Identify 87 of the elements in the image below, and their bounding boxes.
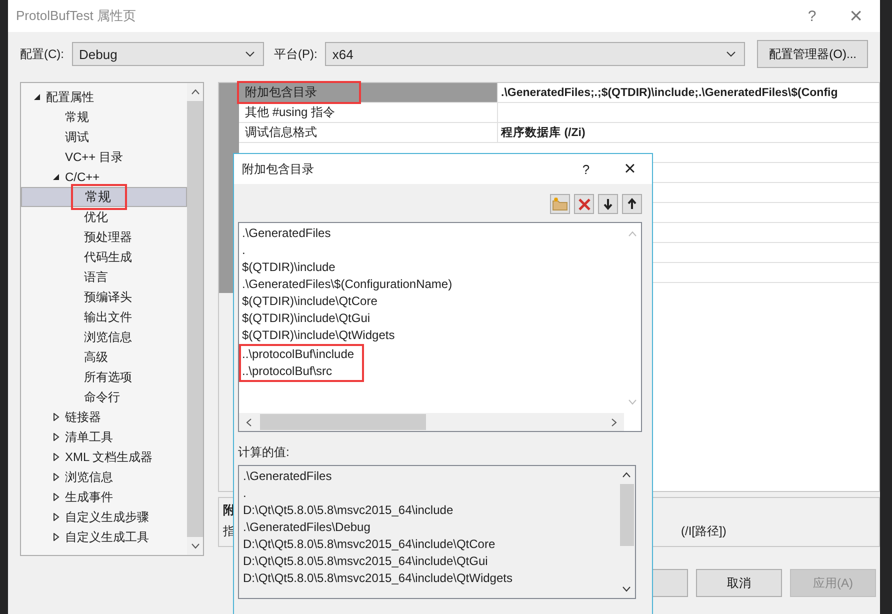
property-row[interactable]: 附加包含目录 .\GeneratedFiles;.;$(QTDIR)\include;.\GeneratedFiles\$(Config xyxy=(239,83,879,103)
tree-item[interactable]: 优化 xyxy=(21,207,187,227)
directory-entry[interactable]: ..\protocolBuf\include xyxy=(242,346,354,363)
property-row[interactable]: 其他 #using 指令 xyxy=(239,103,879,123)
tree-item[interactable]: 常规 xyxy=(21,187,187,207)
tree-item[interactable]: 语言 xyxy=(21,267,187,287)
tree-item[interactable]: XML 文档生成器 xyxy=(21,447,187,467)
delete-button[interactable] xyxy=(574,194,594,214)
computed-value: D:\Qt\Qt5.8.0\5.8\msvc2015_64\include\QtWidgets xyxy=(243,570,514,587)
platform-label: 平台(P): xyxy=(274,46,318,62)
arrow-down-icon xyxy=(603,198,613,210)
computed-value: . xyxy=(243,485,248,502)
dialog-title: 附加包含目录 xyxy=(242,160,315,178)
tree-item[interactable]: VC++ 目录 xyxy=(21,147,187,167)
collapsed-arrow-icon[interactable] xyxy=(52,493,60,501)
tree-item[interactable]: 自定义生成工具 xyxy=(21,527,187,547)
scroll-right-icon[interactable] xyxy=(611,418,617,426)
directory-entry[interactable]: $(QTDIR)\include\QtCore xyxy=(242,293,624,310)
property-value: .\GeneratedFiles;.;$(QTDIR)\include;.\GeneratedFiles\$(Config xyxy=(501,86,838,98)
tree-item[interactable]: 所有选项 xyxy=(21,367,187,387)
scroll-up-icon[interactable] xyxy=(190,89,200,95)
window-title: ProtolBufTest 属性页 xyxy=(16,7,137,25)
tree-item[interactable]: C/C++ xyxy=(21,167,187,187)
property-name: 其他 #using 指令 xyxy=(245,104,336,121)
tree-item[interactable]: 预编译头 xyxy=(21,287,187,307)
collapsed-arrow-icon[interactable] xyxy=(52,473,60,481)
tree-item[interactable]: 自定义生成步骤 xyxy=(21,507,187,527)
arrow-up-icon xyxy=(627,198,637,210)
directory-entry[interactable]: .\GeneratedFiles xyxy=(242,225,624,242)
collapsed-arrow-icon[interactable] xyxy=(52,413,60,421)
expanded-arrow-icon[interactable] xyxy=(33,93,41,101)
tree-item[interactable]: 常规 xyxy=(21,107,187,127)
description-note: (/I[路径]) xyxy=(681,523,726,540)
move-down-button[interactable] xyxy=(598,194,618,214)
close-icon xyxy=(578,198,590,210)
tree-item[interactable]: 链接器 xyxy=(21,407,187,427)
computed-value: D:\Qt\Qt5.8.0\5.8\msvc2015_64\include xyxy=(243,502,454,519)
directory-entry[interactable]: . xyxy=(242,242,624,259)
help-button[interactable]: ? xyxy=(564,162,608,176)
directory-entry[interactable]: .\GeneratedFiles\$(ConfigurationName) xyxy=(242,276,624,293)
tree-item[interactable]: 生成事件 xyxy=(21,487,187,507)
computed-value: D:\Qt\Qt5.8.0\5.8\msvc2015_64\include\QtGui xyxy=(243,553,489,570)
scrollbar-thumb[interactable] xyxy=(620,484,634,546)
scrollbar-thumb[interactable] xyxy=(260,414,426,430)
computed-value: .\GeneratedFiles xyxy=(243,468,333,485)
computed-values-label: 计算的值: xyxy=(238,444,290,461)
tree-item[interactable]: 代码生成 xyxy=(21,247,187,267)
scrollbar[interactable] xyxy=(239,413,624,431)
scroll-up-icon[interactable] xyxy=(622,472,631,478)
directory-entry[interactable]: $(QTDIR)\include\QtGui xyxy=(242,310,624,327)
directory-entry[interactable]: $(QTDIR)\include xyxy=(242,259,624,276)
tree-item[interactable]: 浏览信息 xyxy=(21,327,187,347)
help-button[interactable]: ? xyxy=(790,8,834,24)
tree-item[interactable]: 配置属性 xyxy=(21,87,187,107)
dialog-button[interactable]: 取消 xyxy=(696,569,782,597)
chevron-icon xyxy=(726,51,736,57)
scroll-down-icon[interactable] xyxy=(622,586,631,592)
collapsed-arrow-icon[interactable] xyxy=(52,433,60,441)
move-up-button[interactable] xyxy=(622,194,642,214)
configuration-dropdown[interactable]: Debug xyxy=(72,42,264,66)
tree-item[interactable]: 预处理器 xyxy=(21,227,187,247)
property-value: 程序数据库 (/Zi) xyxy=(501,125,586,140)
tree-item[interactable]: 输出文件 xyxy=(21,307,187,327)
tree-item[interactable]: 浏览信息 xyxy=(21,467,187,487)
folder-icon xyxy=(552,197,568,211)
configuration-manager-button[interactable]: 配置管理器(O)... xyxy=(757,40,868,68)
collapsed-arrow-icon[interactable] xyxy=(52,513,60,521)
close-button[interactable]: × xyxy=(608,158,652,180)
directory-entry[interactable]: $(QTDIR)\include\QtWidgets xyxy=(242,327,624,344)
computed-value: .\GeneratedFiles\Debug xyxy=(243,519,372,536)
scroll-left-icon[interactable] xyxy=(246,418,252,426)
collapsed-arrow-icon[interactable] xyxy=(52,533,60,541)
scroll-down-icon[interactable] xyxy=(190,543,200,549)
close-button[interactable]: × xyxy=(834,3,878,29)
property-name: 附加包含目录 xyxy=(239,83,359,102)
tree-item[interactable]: 命令行 xyxy=(21,387,187,407)
property-name: 调试信息格式 xyxy=(245,124,317,141)
tree-item[interactable]: 高级 xyxy=(21,347,187,367)
chevron-icon xyxy=(245,51,255,57)
collapsed-arrow-icon[interactable] xyxy=(52,453,60,461)
directory-entry[interactable]: ..\protocolBuf\src xyxy=(242,363,354,380)
computed-value: D:\Qt\Qt5.8.0\5.8\msvc2015_64\include\QtCore xyxy=(243,536,496,553)
expanded-arrow-icon[interactable] xyxy=(52,173,60,181)
tree-item[interactable]: 清单工具 xyxy=(21,427,187,447)
configuration-label: 配置(C): xyxy=(20,46,64,62)
platform-dropdown[interactable]: x64 xyxy=(325,42,746,66)
tree-item[interactable]: 调试 xyxy=(21,127,187,147)
